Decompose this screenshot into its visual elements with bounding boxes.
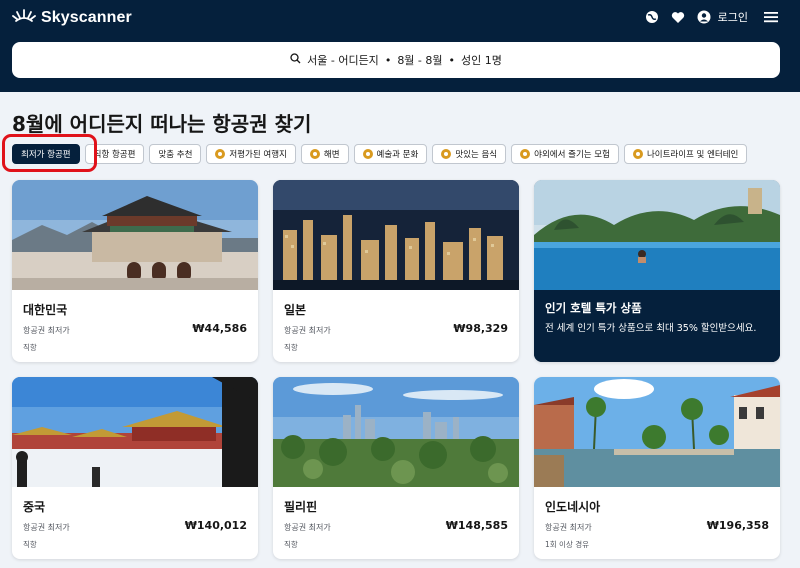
card-image-tokyo-skyline [273,180,519,290]
hotel-deals-promo-card[interactable]: 인기 호텔 특가 상품 전 세계 인기 특가 상품으로 최대 35% 할인받으세… [534,180,780,362]
search-summary-bar[interactable]: 서울 - 어디든지 • 8월 - 8월 • 성인 1명 [12,42,780,78]
search-route: 서울 - 어디든지 [307,54,379,67]
promo-title: 인기 호텔 특가 상품 [545,301,642,315]
star-badge-icon [215,149,226,159]
destination-name: 일본 [284,303,307,317]
card-body: 중국 항공권 최저가 ₩140,012 직항 [12,487,258,559]
page-title: 8월에 어디든지 떠나는 항공권 찾기 [12,112,312,136]
flight-type: 직항 [23,343,37,352]
price-value: ₩196,358 [706,519,769,532]
card-image-gyeongbokgung [12,180,258,290]
chip-beach[interactable]: 해변 [300,144,349,164]
destination-name: 중국 [23,500,46,514]
price-label: 항공권 최저가 [284,523,331,532]
card-image-manila-skyline [273,377,519,487]
destination-card-korea[interactable]: 대한민국 항공권 최저가 ₩44,586 직항 [12,180,258,362]
card-body: 일본 항공권 최저가 ₩98,329 직항 [273,290,519,362]
price-value: ₩140,012 [184,519,247,532]
sunrise-logo-icon [12,8,36,28]
price-label: 항공권 최저가 [23,326,70,335]
price-value: ₩148,585 [445,519,508,532]
login-link[interactable]: 로그인 [718,9,748,25]
chip-label: 야외에서 즐기는 모험 [534,150,610,160]
star-badge-icon [309,149,320,159]
search-passengers: 성인 1명 [461,54,502,67]
destination-card-japan[interactable]: 일본 항공권 최저가 ₩98,329 직항 [273,180,519,362]
chip-nightlife-entertainment[interactable]: 나이트라이프 및 엔터테인 [623,144,748,164]
brand-name: Skyscanner [41,9,132,26]
chip-label: 예술과 문화 [376,150,419,160]
chip-label: 맛있는 음식 [455,150,498,160]
card-image-jakarta-canal [534,377,780,487]
flight-type: 직항 [284,540,298,549]
price-value: ₩98,329 [453,322,508,335]
destination-name: 대한민국 [23,303,68,317]
destination-name: 필리핀 [284,500,318,514]
card-image-forbidden-city [12,377,258,487]
chip-label: 해변 [323,150,340,160]
skyscanner-logo[interactable]: Skyscanner [12,8,132,28]
card-body: 인기 호텔 특가 상품 전 세계 인기 특가 상품으로 최대 35% 할인받으세… [534,290,780,362]
price-value: ₩44,586 [192,322,247,335]
destination-card-philippines[interactable]: 필리핀 항공권 최저가 ₩148,585 직항 [273,377,519,559]
price-label: 항공권 최저가 [284,326,331,335]
destination-card-indonesia[interactable]: 인도네시아 항공권 최저가 ₩196,358 1회 이상 경유 [534,377,780,559]
star-badge-icon [520,149,531,159]
heart-icon[interactable] [669,8,687,26]
chip-outdoor-adventure[interactable]: 야외에서 즐기는 모험 [511,144,619,164]
chip-direct-flights[interactable]: 직항 항공편 [84,144,145,164]
separator-dot: • [448,53,456,67]
separator-dot: • [384,53,392,67]
chip-label: 맞춤 추천 [158,150,193,160]
chip-label: 최저가 항공편 [21,150,71,160]
chip-label: 나이트라이프 및 엔터테인 [646,150,739,160]
search-icon [290,53,301,67]
chip-label: 직항 항공편 [93,150,136,160]
chip-arts-culture[interactable]: 예술과 문화 [353,144,428,164]
flight-type: 직항 [284,343,298,352]
card-body: 대한민국 항공권 최저가 ₩44,586 직항 [12,290,258,362]
top-nav-bar: Skyscanner 로그인 서울 - 어디든지 • 8월 - 8월 • 성인 … [0,0,800,92]
globe-icon[interactable] [643,8,661,26]
chip-label: 저평가된 여행지 [229,150,287,160]
card-body: 인도네시아 항공권 최저가 ₩196,358 1회 이상 경유 [534,487,780,559]
chip-food[interactable]: 맛있는 음식 [432,144,507,164]
chip-underrated-destinations[interactable]: 저평가된 여행지 [206,144,296,164]
destination-name: 인도네시아 [545,500,601,514]
star-badge-icon [632,149,643,159]
star-badge-icon [441,149,452,159]
flight-type: 직항 [23,540,37,549]
flight-type: 1회 이상 경유 [545,540,590,549]
card-image-infinity-pool [534,180,780,290]
filter-chip-row: 최저가 항공편 직항 항공편 맞춤 추천 저평가된 여행지 해변 예술과 문화 … [12,144,800,166]
destination-card-china[interactable]: 중국 항공권 최저가 ₩140,012 직항 [12,377,258,559]
promo-description: 전 세계 인기 특가 상품으로 최대 35% 할인받으세요. [545,323,757,334]
price-label: 항공권 최저가 [23,523,70,532]
card-body: 필리핀 항공권 최저가 ₩148,585 직항 [273,487,519,559]
search-dates: 8월 - 8월 [397,54,443,67]
user-icon[interactable] [695,8,713,26]
menu-icon[interactable] [762,8,780,26]
price-label: 항공권 최저가 [545,523,592,532]
chip-cheapest-flights[interactable]: 최저가 항공편 [12,144,80,164]
star-badge-icon [362,149,373,159]
chip-recommended[interactable]: 맞춤 추천 [149,144,202,164]
header-actions: 로그인 [643,8,780,26]
